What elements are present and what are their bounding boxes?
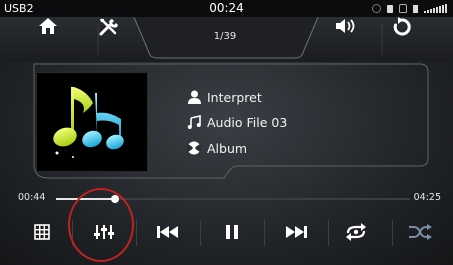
top-toolbar: 1/39 [0,17,453,62]
status-bar: USB2 00:24 [0,0,453,17]
grid-list-icon [34,224,50,240]
next-track-icon [286,226,307,238]
track-counter: 1/39 [213,31,237,42]
album-row: Album [186,138,247,158]
home-icon [39,18,57,34]
artist-row: Interpret [186,87,262,107]
next-track-button[interactable] [264,212,328,252]
track-title-label: Audio File 03 [207,114,288,130]
previous-track-icon [157,226,178,238]
media-player-screen: USB2 00:24 1/39 Interpret Audio File 03 … [0,0,453,265]
back-button[interactable] [392,17,448,62]
music-note-icon [186,114,202,130]
home-button[interactable] [38,17,92,62]
progress-area: 00:44 04:25 [0,188,453,212]
elapsed-time: 00:44 [18,192,46,203]
pause-icon [226,225,238,239]
previous-track-button[interactable] [136,212,200,252]
repeat-button[interactable] [324,212,388,252]
battery-icon [413,4,418,13]
music-notes-icon [53,87,124,158]
circle-icon [372,4,381,13]
shuffle-button[interactable] [388,212,452,252]
status-icons [372,0,447,17]
disc-icon [186,140,202,156]
settings-tools-icon [99,18,118,36]
highlight-circle-annotation [68,188,134,262]
total-time: 04:25 [413,192,441,203]
lock-icon [399,4,407,13]
back-icon [393,17,411,36]
list-view-button[interactable] [10,212,74,252]
title-row: Audio File 03 [186,112,287,132]
artist-label: Interpret [207,89,262,105]
pause-button[interactable] [200,212,264,252]
person-icon [186,89,202,105]
signal-icon [424,4,447,13]
repeat-icon [346,223,366,241]
volume-icon [336,19,355,33]
settings-button[interactable] [98,17,138,62]
volume-button[interactable] [334,17,378,62]
album-art [36,72,148,172]
shuffle-icon [409,224,432,240]
album-label: Album [207,140,248,156]
memory-card-icon [387,4,393,13]
